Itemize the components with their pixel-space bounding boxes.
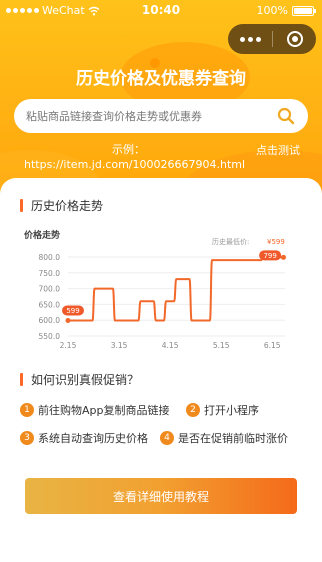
chart-point	[65, 318, 71, 324]
y-tick-label: 750.0	[39, 269, 61, 278]
tutorial-button[interactable]: 查看详细使用教程	[25, 478, 297, 514]
title-accent-bar	[20, 199, 23, 212]
mini-program-capsule	[228, 24, 316, 54]
search-input[interactable]	[26, 109, 276, 123]
step-item: 4 是否在促销前临时涨价	[160, 430, 288, 446]
more-options-icon[interactable]	[228, 36, 272, 42]
price-chart-svg: 价格走势历史最低价: ¥599 800.0 750.0 700.0 650.0 600.0 5…	[24, 229, 286, 350]
step-text: 系统自动查询历史价格	[38, 432, 148, 445]
search-icon[interactable]	[276, 106, 296, 126]
chart-legend-label: 历史最低价:	[212, 237, 249, 246]
chart-point	[280, 254, 286, 260]
close-icon[interactable]	[273, 31, 316, 47]
x-tick-label: 6.15	[264, 341, 281, 350]
battery-icon	[292, 5, 316, 16]
test-button[interactable]: 点击测试	[256, 142, 300, 158]
step-text: 打开小程序	[204, 404, 259, 417]
example-link[interactable]: 示例： https://item.jd.com/100026667904.htm…	[24, 142, 245, 172]
x-tick-label: 4.15	[162, 341, 179, 350]
example-url: https://item.jd.com/100026667904.html	[24, 158, 246, 171]
step-number: 2	[186, 403, 200, 417]
price-chart: 价格走势历史最低价: ¥599 800.0 750.0 700.0 650.0 600.0 5…	[20, 226, 300, 356]
x-tick-label: 3.15	[111, 341, 128, 350]
x-tick-label: 2.15	[60, 341, 77, 350]
step-text: 前往购物App复制商品链接	[38, 404, 170, 417]
battery-label: 100%	[256, 4, 288, 17]
y-tick-label: 700.0	[39, 285, 61, 294]
trend-section-title: 历史价格走势	[20, 197, 103, 214]
step-number: 3	[20, 431, 34, 445]
data-label: 599	[66, 307, 79, 315]
step-item: 3 系统自动查询历史价格	[20, 430, 148, 446]
promo-title-text: 如何识别真假促销？	[31, 373, 140, 387]
x-tick-label: 5.15	[213, 341, 230, 350]
chart-legend-value: ¥599	[267, 238, 285, 246]
promo-section-title: 如何识别真假促销？	[20, 371, 139, 388]
status-bar: WeChat 10:40 100%	[0, 0, 322, 22]
y-tick-label: 650.0	[39, 300, 61, 309]
step-text: 是否在促销前临时涨价	[178, 432, 288, 445]
example-label: 示例：	[112, 143, 145, 156]
step-number: 1	[20, 403, 34, 417]
page-title: 历史价格及优惠券查询	[76, 69, 246, 89]
y-tick-label: 800.0	[39, 253, 61, 262]
title-accent-bar	[20, 373, 23, 386]
search-bar	[14, 99, 308, 133]
step-number: 4	[160, 431, 174, 445]
step-item: 1 前往购物App复制商品链接	[20, 402, 170, 418]
step-item: 2 打开小程序	[186, 402, 259, 418]
chart-title: 价格走势	[24, 229, 60, 241]
y-tick-label: 600.0	[39, 316, 61, 325]
trend-title-text: 历史价格走势	[31, 199, 104, 213]
y-tick-label: 550.0	[39, 332, 61, 341]
data-label: 799	[263, 252, 276, 260]
